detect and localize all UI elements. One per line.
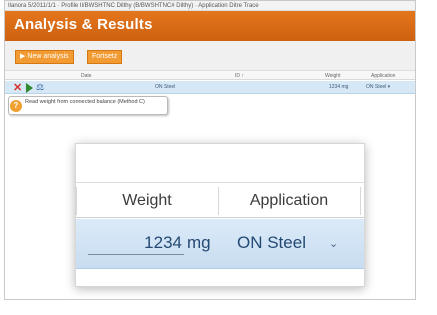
x-icon[interactable]: ✕: [13, 81, 22, 94]
save-button[interactable]: Fortsetz: [87, 50, 123, 64]
application-select[interactable]: ON Steel: [237, 231, 306, 255]
column-header-application[interactable]: Application: [218, 183, 360, 219]
column-header-application[interactable]: Application: [371, 73, 395, 79]
new-analysis-label: New analysis: [27, 53, 69, 60]
column-separator: [360, 187, 361, 215]
row-weight: 1234 mg: [329, 84, 349, 90]
table-header: Date ID ↑ Weight Application: [5, 71, 415, 80]
column-header-date[interactable]: Date: [81, 73, 92, 79]
weight-input[interactable]: 1234: [88, 231, 184, 255]
column-header-weight[interactable]: Weight: [76, 183, 218, 219]
app-header: Analysis & Results: [5, 11, 415, 41]
weight-unit: mg: [187, 233, 211, 252]
window-titlebar: Ilanora 5/2011/1/1 · Profile Il/BWSHTNC …: [5, 1, 415, 11]
tooltip-text: Read weight from connected balance (Meth…: [25, 99, 145, 105]
tooltip: ? Read weight from connected balance (Me…: [8, 96, 168, 115]
play-icon[interactable]: [26, 83, 33, 93]
chevron-down-icon[interactable]: ⌄: [329, 232, 338, 256]
play-icon: ▶: [20, 53, 26, 60]
help-icon: ?: [10, 100, 22, 112]
save-label: Fortsetz: [92, 53, 118, 60]
scale-icon[interactable]: ⚖: [36, 82, 44, 93]
column-header-id[interactable]: ID ↑: [235, 73, 244, 79]
column-header-weight[interactable]: Weight: [325, 73, 340, 79]
zoomed-detail-panel: Weight Application 1234 mg ON Steel ⌄: [75, 143, 365, 287]
zoomed-table-row: 1234 mg ON Steel ⌄: [76, 219, 364, 269]
page-title: Analysis & Results: [14, 16, 153, 33]
row-application[interactable]: ON Steel ▾: [366, 84, 390, 90]
row-id: ON Steel: [155, 84, 176, 90]
toolbar: ▶ New analysis Fortsetz: [5, 41, 415, 71]
new-analysis-button[interactable]: ▶ New analysis: [15, 50, 74, 64]
table-row[interactable]: ON Steel 1234 mg ON Steel ▾: [5, 81, 415, 94]
zoomed-table-header: Weight Application: [76, 182, 364, 218]
